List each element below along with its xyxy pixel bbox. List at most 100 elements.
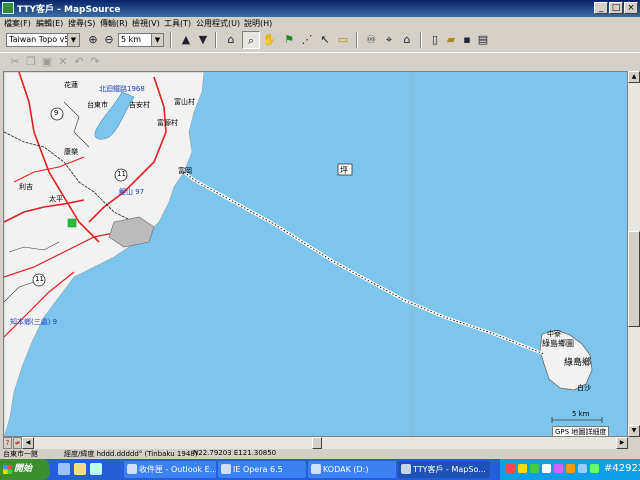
gps-detail-label: GPS 地圖詳細度 [552,426,610,436]
task-mapsource[interactable]: TTY客戶 - MapSo... [398,461,490,478]
send-to-device-icon[interactable]: ▼ [194,31,212,49]
map-label-taiping: 太平 [49,195,63,203]
menu-bar: 檔案(F) 編輯(E) 搜尋(S) 傳輸(R) 檢視(V) 工具(T) 公用程式… [0,17,640,29]
taskbar: 開始 收件匣 - Outlook E... IE Opera 6.5 KODAK… [0,459,640,480]
menu-help[interactable]: 說明(H) [244,18,272,29]
menu-edit[interactable]: 編輯(E) [36,18,63,29]
map-label-ludao: 綠島鄉 [564,358,592,368]
map-label-baisha: 白沙 [577,384,591,392]
menu-file[interactable]: 檔案(F) [4,18,31,29]
toolbar-separator [356,32,358,48]
tray-icon-8[interactable] [590,464,599,473]
scroll-left-icon[interactable]: ◀ [22,437,34,449]
start-button[interactable]: 開始 [0,459,50,480]
edit-toolbar: ✂ ❐ ▣ ✕ ↶ ↷ [0,52,640,71]
outlook-quicklaunch-icon[interactable] [74,463,86,475]
flag-tool-icon[interactable]: ⚑ [280,31,298,49]
task-kodak[interactable]: KODAK (D:) [308,461,396,478]
menu-view[interactable]: 檢視(V) [132,18,160,29]
app-icon[interactable] [2,2,14,14]
road-label-9: 9 [54,109,59,117]
map-label-hualian: 花蓮 [64,81,78,89]
waypoint-tool-icon[interactable]: ⌂ [222,31,240,49]
chevron-down-icon[interactable]: ▼ [67,34,79,46]
binoculars-icon[interactable]: ♾ [362,31,380,49]
toolbar-separator [215,32,217,48]
menu-transfer[interactable]: 傳輸(R) [100,18,128,29]
find-nearby-icon[interactable]: ⌖ [380,31,398,49]
receive-from-device-icon[interactable]: ▲ [177,31,195,49]
gps-track [183,170,545,356]
map-label-ludao-en: 綠島鄉圖 [542,339,574,348]
task-outlook[interactable]: 收件匣 - Outlook E... [124,461,216,478]
print-icon[interactable]: ▤ [474,31,492,49]
vertical-scroll-thumb[interactable] [628,231,640,327]
gps-track-dots [183,171,545,355]
map-label-south-area: 知本鄉(三處) 9 [10,318,58,326]
window-title: TTY客戶 - MapSource [17,5,121,15]
waypoint-marker [67,218,77,228]
menu-tools[interactable]: 工具(T) [164,18,191,29]
scroll-up-icon[interactable]: ▲ [628,71,640,83]
maximize-button[interactable]: □ [609,2,623,14]
map-view[interactable]: 花蓮 台東市 吉安村 富山村 富源村 太平 富岡 9 11 11 坪 中寮 綠島… [3,71,628,437]
status-bar: 台東市一館 經度/緯度 hddd.ddddd° (Tinbaku 1948) N… [0,449,640,459]
tray-icon-4[interactable] [542,464,551,473]
map-label-jihan: 吉安村 [129,101,150,109]
main-toolbar: Taiwan Topo v5.0 ▼ ⊕ ⊖ 5 km ▼ ▲ ▼ ⌂ ⌕ ✋ … [0,29,640,51]
map-label-north-route: 北迴鐵路1968 [99,85,145,93]
map-corner-buttons: ? ≠ [3,437,22,449]
status-location: 台東市一館 [3,450,38,458]
map-canvas[interactable] [4,72,628,437]
tray-clock[interactable]: #42922 [604,463,640,474]
tray-icon-7[interactable] [578,464,587,473]
scale-label: 5 km [572,410,590,418]
hand-tool-icon[interactable]: ✋ [260,31,278,49]
map-label-fuyuan: 富源村 [157,119,178,127]
map-label-ping: 坪 [340,166,348,175]
status-coordinates: N22.79203 E121.30850 [193,449,277,457]
tray-icon-3[interactable] [530,464,539,473]
tray-icon-5[interactable] [554,464,563,473]
find-address-icon[interactable]: ⌂ [398,31,416,49]
horizontal-scroll-thumb[interactable] [312,437,322,449]
zoom-out-icon[interactable]: ⊖ [100,31,118,49]
task-opera[interactable]: IE Opera 6.5 [218,461,306,478]
corner-button-right[interactable]: ≠ [13,437,22,449]
status-datum: 經度/緯度 hddd.ddddd° (Tinbaku 1948) [64,450,198,458]
select-tool-icon[interactable]: ↖ [316,31,334,49]
close-button[interactable]: × [624,2,638,14]
zoom-scale-value: 5 km [121,35,142,44]
ie-quicklaunch-icon[interactable] [58,463,70,475]
map-label-lishan: 鯉山 97 [119,188,145,196]
map-label-taidong: 台東市 [87,101,108,109]
route-tool-icon[interactable]: ⋰ [298,31,316,49]
zoom-scale-select[interactable]: 5 km ▼ [118,33,164,47]
toolbar-separator [170,32,172,48]
map-product-select[interactable]: Taiwan Topo v5.0 ▼ [6,33,80,47]
map-label-fudong: 富岡 [178,167,192,175]
chevron-down-icon[interactable]: ▼ [151,34,163,46]
map-label-fushan: 富山村 [174,98,195,106]
desktop-quicklaunch-icon[interactable] [90,463,102,475]
minimize-button[interactable]: _ [594,2,608,14]
title-bar: TTY客戶 - MapSource _ □ × [0,0,640,17]
scroll-right-icon[interactable]: ▶ [616,437,628,449]
toolbar-separator [420,32,422,48]
zoom-tool-icon[interactable]: ⌕ [242,31,260,49]
scroll-down-icon[interactable]: ▼ [628,425,640,437]
redo-icon[interactable]: ↷ [86,53,104,71]
vertical-scrollbar[interactable]: ▲ ▼ [628,71,640,437]
tray-icon-2[interactable] [518,464,527,473]
horizontal-scrollbar[interactable]: ◀ ▶ [22,437,628,449]
map-label-kangle: 康樂 [64,148,78,156]
road-label-11b: 11 [35,275,44,283]
tray-icon-6[interactable] [566,464,575,473]
menu-search[interactable]: 搜尋(S) [68,18,95,29]
measure-tool-icon[interactable]: ▭ [334,31,352,49]
tray-icon-1[interactable] [506,464,515,473]
corner-button-left[interactable]: ? [3,437,12,449]
menu-utilities[interactable]: 公用程式(U) [196,18,240,29]
road-label-11: 11 [117,170,126,178]
map-label-nanli: 利吉 [19,183,33,191]
